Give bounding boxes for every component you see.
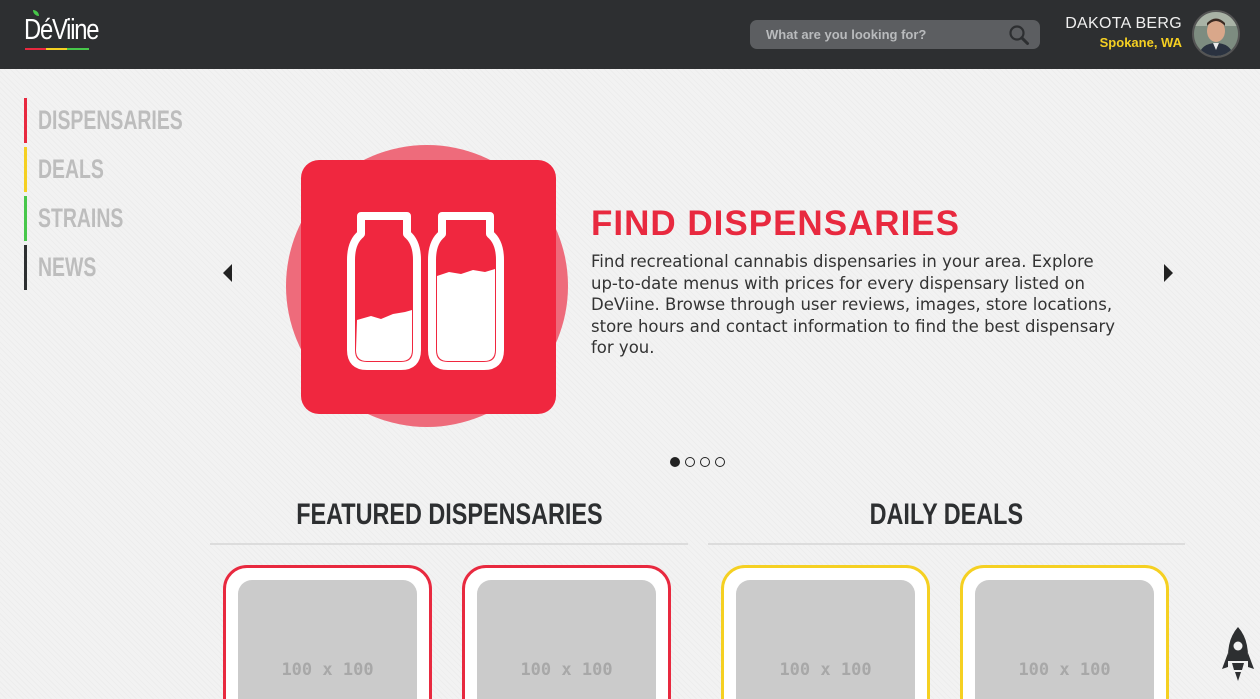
user-location[interactable]: Spokane, WA [1100,35,1182,50]
featured-dispensaries-heading: FEATURED DISPENSARIES [210,498,688,538]
side-nav: Dispensaries Deals Strains News [24,98,183,294]
card-image-placeholder: 100 x 100 [477,580,656,699]
avatar-image [1194,12,1238,56]
nav-item-label: News [38,252,97,282]
deals-divider [708,543,1185,545]
nav-item-deals[interactable]: Deals [24,147,174,192]
card-image-placeholder: 100 x 100 [736,580,915,699]
carousel-next-arrow-icon[interactable] [1160,262,1176,284]
card-image-placeholder: 100 x 100 [238,580,417,699]
daily-deals-heading: DAILY DEALS [708,498,1185,538]
top-bar: DéViine DAKOTA BERG Spokane, WA [0,0,1260,69]
card-image-placeholder: 100 x 100 [975,580,1154,699]
featured-dispensary-card[interactable]: 100 x 100 [462,565,671,699]
avatar[interactable] [1192,10,1240,58]
hero-description: Find recreational cannabis dispensaries … [591,252,1115,357]
nav-item-color-bar [24,245,27,290]
logo[interactable]: DéViine [24,14,99,47]
carousel-dot[interactable] [715,457,725,467]
nav-item-dispensaries[interactable]: Dispensaries [24,98,183,143]
jars-icon [347,212,504,370]
hero-image [301,160,556,414]
search-box [750,20,1040,49]
logo-underline [25,48,89,50]
rocket-icon[interactable] [1222,625,1254,683]
carousel-dots [670,457,725,467]
daily-deal-card[interactable]: 100 x 100 [960,565,1169,699]
nav-item-color-bar [24,196,27,241]
nav-item-strains[interactable]: Strains [24,196,174,241]
featured-dispensaries-title: FEATURED DISPENSARIES [295,498,603,531]
nav-item-label: Strains [38,203,124,233]
nav-item-color-bar [24,147,27,192]
search-input[interactable] [750,20,1000,49]
carousel-prev-arrow-icon[interactable] [220,262,236,284]
daily-deals-title: DAILY DEALS [869,498,1024,531]
carousel-dot[interactable] [700,457,710,467]
nav-item-color-bar [24,98,27,143]
nav-item-label: Dispensaries [38,105,183,135]
carousel-dot[interactable] [670,457,680,467]
search-icon[interactable] [1008,24,1030,46]
user-name[interactable]: DAKOTA BERG [1065,15,1182,33]
hero-title: FIND DISPENSARIES [591,204,960,243]
nav-item-news[interactable]: News [24,245,174,290]
featured-dispensary-card[interactable]: 100 x 100 [223,565,432,699]
nav-item-label: Deals [38,154,104,184]
carousel-dot[interactable] [685,457,695,467]
featured-divider [210,543,688,545]
daily-deal-card[interactable]: 100 x 100 [721,565,930,699]
